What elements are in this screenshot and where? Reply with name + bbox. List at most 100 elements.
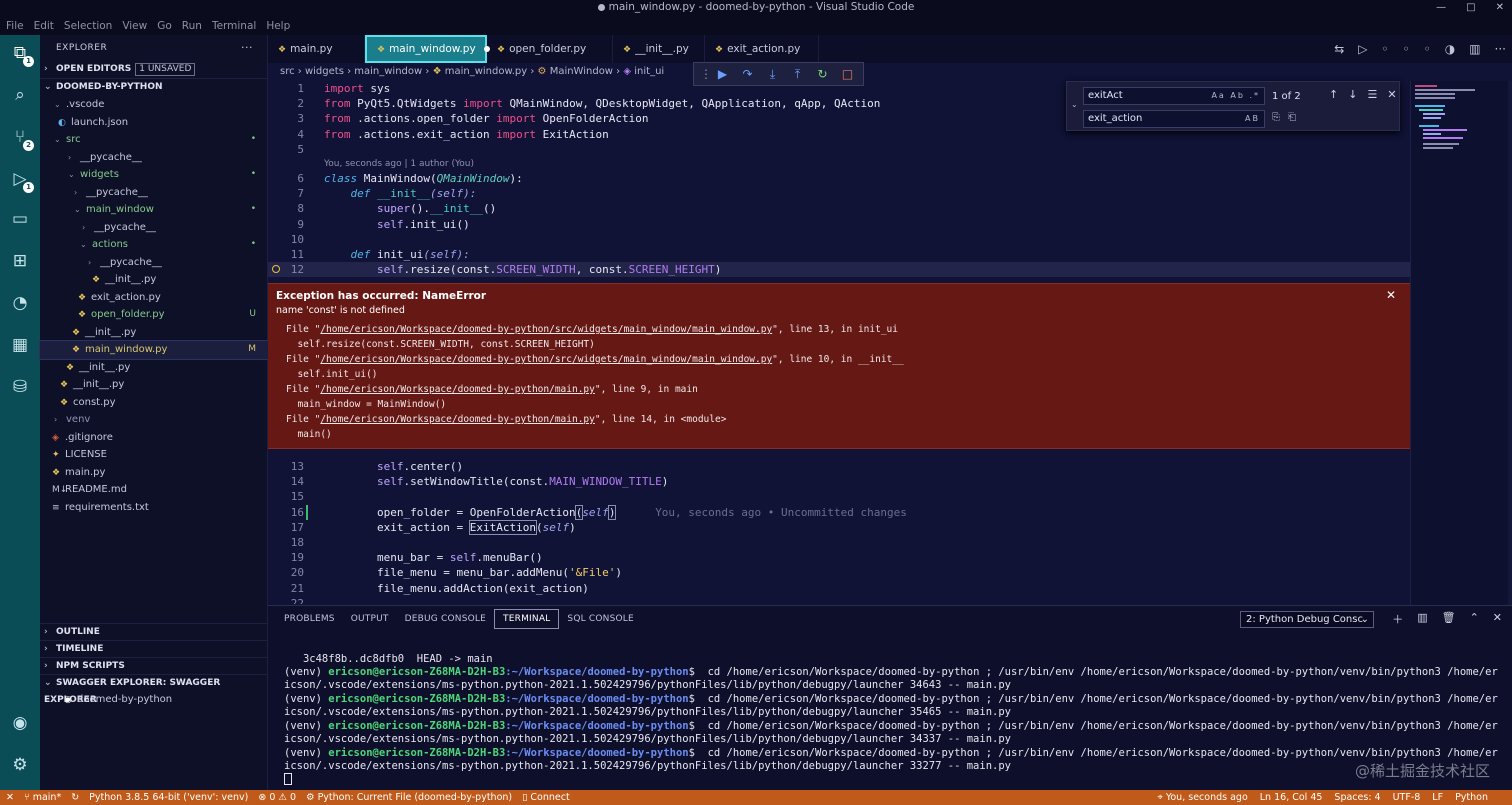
close-exception-icon[interactable]: ✕ (1386, 288, 1396, 302)
breadcrumb-item[interactable]: main_window.py (445, 66, 527, 77)
replace-all-icon[interactable]: ⎗ (1288, 112, 1296, 123)
previous-match-icon[interactable]: ↑ (1329, 88, 1338, 101)
connect-status[interactable]: ▯ Connect (522, 790, 570, 805)
menu-go[interactable]: Go (157, 18, 172, 35)
tab-problems[interactable]: PROBLEMS (276, 606, 343, 632)
kill-terminal-icon[interactable]: 🗑 (1442, 611, 1456, 627)
account-icon[interactable]: ◉ (8, 711, 32, 735)
tree-item-actions[interactable]: ⌄ actions • (40, 236, 268, 254)
tree-item-init-py[interactable]: ❖ __init__.py (40, 376, 268, 394)
tree-item-init-py[interactable]: ❖ __init__.py (40, 271, 268, 289)
tree-item-init-py[interactable]: ❖ __init__.py (40, 359, 268, 377)
breadcrumb-item[interactable]: widgets (305, 66, 344, 77)
problems-status[interactable]: ⊗ 0 ⚠ 0 (258, 790, 296, 805)
split-editor-icon[interactable]: ▥ (1469, 42, 1480, 56)
tree-item-readme[interactable]: M↓README.md (40, 481, 268, 499)
next-change-icon[interactable]: ◦ (1424, 42, 1431, 56)
open-changes-icon[interactable]: ◑ (1445, 42, 1455, 56)
tree-item-src[interactable]: ⌄ src • (40, 131, 268, 149)
tree-item-main-window-folder[interactable]: ⌄ main_window • (40, 201, 268, 219)
drag-handle-icon[interactable]: ⋮ (700, 67, 712, 81)
cursor-position[interactable]: Ln 16, Col 45 (1260, 790, 1323, 805)
menu-run[interactable]: Run (182, 18, 202, 35)
tree-item-widgets[interactable]: ⌄ widgets • (40, 166, 268, 184)
menu-terminal[interactable]: Terminal (212, 18, 256, 35)
sync-icon[interactable]: ↻ (71, 790, 79, 805)
prev-change-icon[interactable]: ◦ (1403, 42, 1410, 56)
remote-explorer-icon[interactable]: ▭ (8, 207, 32, 231)
tab-terminal[interactable]: TERMINAL (494, 609, 560, 629)
tree-item-const-py[interactable]: ❖ const.py (40, 394, 268, 412)
new-terminal-icon[interactable]: ＋ (1392, 611, 1403, 627)
tab-sql-console[interactable]: SQL CONSOLE (559, 606, 641, 632)
tab-open-folder-py[interactable]: ❖ open_folder.py (487, 35, 613, 63)
traceback-link[interactable]: /home/ericson/Workspace/doomed-by-python… (320, 384, 595, 395)
maximize-icon[interactable]: □ (1466, 0, 1475, 15)
search-icon[interactable]: ⌕ (8, 83, 32, 107)
menu-edit[interactable]: Edit (34, 18, 54, 35)
find-in-selection-icon[interactable]: ☰ (1367, 88, 1377, 101)
stop-icon[interactable]: □ (839, 67, 856, 81)
tab-init-py[interactable]: ❖ __init__.py (613, 35, 705, 63)
extensions-icon[interactable]: ⊞ (8, 249, 32, 273)
tab-output[interactable]: OUTPUT (343, 606, 397, 632)
tree-item-pycache[interactable]: › __pycache__ (40, 149, 268, 167)
traceback-link[interactable]: /home/ericson/Workspace/doomed-by-python… (320, 354, 772, 365)
split-terminal-icon[interactable]: ▥ (1417, 611, 1427, 627)
code-editor-bottom[interactable]: 13 self.center() 14 self.setWindowTitle(… (268, 459, 1410, 604)
tree-item-license[interactable]: ✦ LICENSE (40, 446, 268, 464)
continue-icon[interactable]: ▶ (714, 67, 731, 81)
tree-item-main-window-py[interactable]: ❖ main_window.py M (39, 340, 269, 360)
run-file-icon[interactable]: ▷ (1358, 42, 1367, 56)
timeline-section[interactable]: › TIMELINE (40, 640, 268, 657)
project-section[interactable]: ⌄ DOOMED-BY-PYTHON (40, 78, 267, 95)
tree-item-main-py[interactable]: ❖ main.py (40, 464, 268, 482)
tree-item-init-py[interactable]: ❖ __init__.py (40, 324, 268, 342)
branch-status[interactable]: ⑂ main* (24, 790, 61, 805)
tree-item-requirements[interactable]: ≡ requirements.txt (40, 499, 268, 517)
close-find-icon[interactable]: ✕ (1387, 88, 1396, 101)
maximize-panel-icon[interactable]: ⌃ (1470, 611, 1479, 627)
docker-icon[interactable]: ▦ (8, 333, 32, 357)
tree-item-exit-action-py[interactable]: ❖ exit_action.py (40, 289, 268, 307)
minimize-icon[interactable]: — (1436, 0, 1446, 15)
find-input[interactable]: exitAct Aa Ab .* (1083, 87, 1265, 105)
menu-file[interactable]: File (6, 18, 24, 35)
swagger-item[interactable]: › ◉ doomed-by-python (40, 691, 268, 709)
run-debug-icon[interactable]: ▷ 1 (8, 167, 34, 193)
step-over-icon[interactable]: ↷ (739, 67, 756, 81)
indentation[interactable]: Spaces: 4 (1334, 790, 1380, 805)
tree-item-venv[interactable]: › venv (40, 411, 268, 429)
minimap[interactable] (1410, 81, 1508, 605)
more-actions-icon[interactable]: ··· (1495, 42, 1506, 56)
replace-input[interactable]: exit_action AB (1083, 110, 1265, 128)
step-into-icon[interactable]: ⤓ (764, 67, 781, 82)
outline-section[interactable]: › OUTLINE (40, 623, 268, 640)
traceback-link[interactable]: /home/ericson/Workspace/doomed-by-python… (320, 324, 772, 335)
find-options[interactable]: Aa Ab .* (1211, 88, 1260, 104)
more-actions-icon[interactable]: ··· (241, 35, 253, 61)
breadcrumb-item[interactable]: main_window (354, 66, 422, 77)
source-control-icon[interactable]: ⑂ 2 (8, 125, 34, 151)
open-editors-section[interactable]: › OPEN EDITORS 1 UNSAVED (40, 61, 267, 78)
close-window-icon[interactable]: ✕ (1496, 0, 1504, 15)
compare-icon[interactable]: ⇆ (1334, 42, 1344, 56)
step-out-icon[interactable]: ⤒ (789, 67, 806, 82)
traceback-link[interactable]: /home/ericson/Workspace/doomed-by-python… (320, 414, 595, 425)
tree-item-launch-json[interactable]: ◐ launch.json (40, 114, 268, 132)
breadcrumb-item[interactable]: MainWindow (550, 66, 613, 77)
breadcrumb-item[interactable]: init_ui (634, 66, 664, 77)
remote-indicator-icon[interactable]: ✕ (6, 790, 14, 805)
close-panel-icon[interactable]: ✕ (1493, 611, 1502, 627)
tree-item-open-folder-py[interactable]: ❖ open_folder.py U (40, 306, 268, 324)
breadcrumb-item[interactable]: src (280, 66, 295, 77)
explorer-icon[interactable]: ⧉ 1 (8, 41, 34, 67)
npm-scripts-section[interactable]: › NPM SCRIPTS (40, 657, 268, 674)
preserve-case-toggle[interactable]: AB (1245, 111, 1260, 127)
next-match-icon[interactable]: ↓ (1348, 88, 1357, 101)
vertical-scrollbar[interactable] (1508, 81, 1512, 605)
tree-item-pycache[interactable]: › __pycache__ (40, 184, 268, 202)
menu-view[interactable]: View (122, 18, 147, 35)
end-of-line[interactable]: LF (1432, 790, 1443, 805)
tree-item-pycache[interactable]: › __pycache__ (40, 219, 268, 237)
